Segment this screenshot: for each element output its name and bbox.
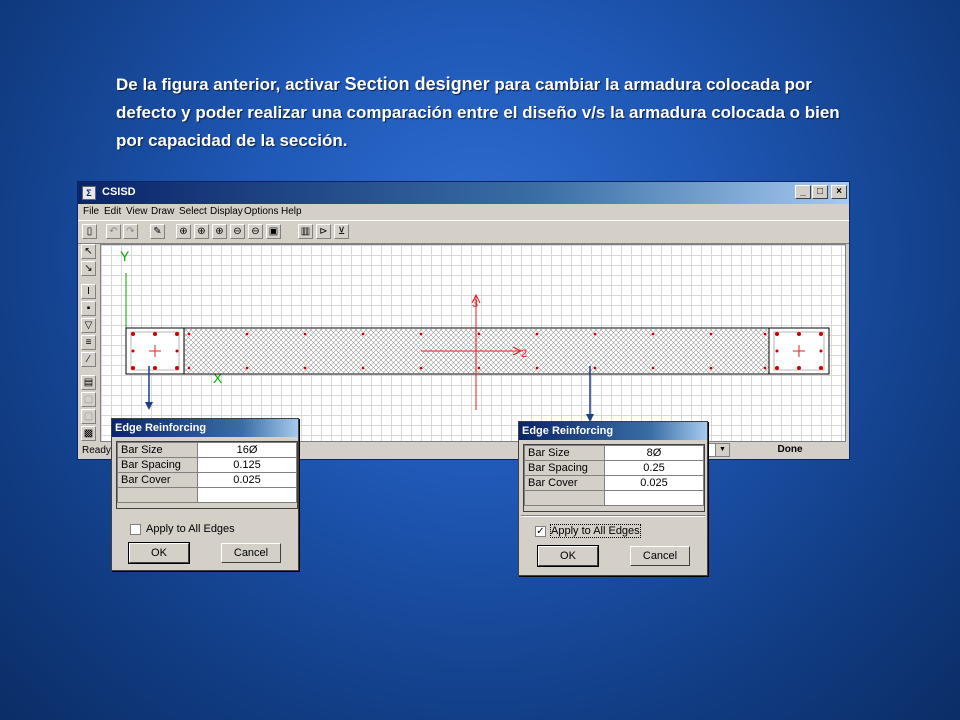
slide-paragraph: De la figura anterior, activar Section d… <box>116 70 856 155</box>
menu-options[interactable]: Options <box>244 206 278 217</box>
maximize-button[interactable]: □ <box>812 185 828 199</box>
hatch-icon[interactable]: ▩ <box>81 426 96 441</box>
bar-cover-label: Bar Cover <box>524 475 605 491</box>
local-axis-2-label: 2 <box>521 348 527 360</box>
zoom-rubberband-icon[interactable]: ⊕ <box>176 224 191 239</box>
section-designer-highlight: Section designer <box>344 74 490 94</box>
empty-row-label <box>524 490 605 506</box>
edge-reinforcing-dialog-right: Edge Reinforcing Bar Size 8Ø Bar Spacing… <box>518 421 708 576</box>
ok-button[interactable]: OK <box>537 545 599 567</box>
dialog-separator <box>521 515 705 517</box>
undo-icon[interactable]: ↶ <box>106 224 121 239</box>
menu-view[interactable]: View <box>126 206 148 217</box>
minimize-button[interactable]: _ <box>795 185 811 199</box>
disabled-tool-icon[interactable]: ▢ <box>81 392 96 407</box>
bar-cover-field[interactable]: 0.025 <box>197 472 297 488</box>
dialog-right-grid: Bar Size 8Ø Bar Spacing 0.25 Bar Cover 0… <box>523 444 705 512</box>
edge-reinforcing-dialog-left: Edge Reinforcing Bar Size 16Ø Bar Spacin… <box>111 418 299 571</box>
window-titlebar: Σ CSISD _ □ × <box>78 182 849 204</box>
dialog-left-title: Edge Reinforcing <box>112 419 298 437</box>
bar-size-field[interactable]: 8Ø <box>604 445 704 461</box>
status-text: Ready <box>82 445 111 456</box>
bar-size-field[interactable]: 16Ø <box>197 442 297 458</box>
drawing-canvas[interactable]: Y X 3 2 <box>100 244 846 442</box>
bar-spacing-label: Bar Spacing <box>524 460 605 476</box>
bar-spacing-field[interactable]: 0.25 <box>604 460 704 476</box>
menu-file[interactable]: File <box>83 206 99 217</box>
window-title: CSISD <box>102 186 136 198</box>
apply-all-edges-row[interactable]: ✓ Apply to All Edges <box>535 524 641 539</box>
menu-display[interactable]: Display <box>210 206 243 217</box>
cancel-button[interactable]: Cancel <box>221 543 281 563</box>
draw-line-icon[interactable]: I <box>81 284 96 299</box>
pencil-icon[interactable]: ✎ <box>150 224 165 239</box>
bar-cover-label: Bar Cover <box>117 472 198 488</box>
menu-draw[interactable]: Draw <box>151 206 174 217</box>
empty-row-label <box>117 487 198 503</box>
dialog-right-title: Edge Reinforcing <box>519 422 707 440</box>
menu-bar: File Edit View Draw Select Display Optio… <box>78 204 849 220</box>
draw-polygon-icon[interactable]: ▽ <box>81 318 96 333</box>
new-file-icon[interactable]: ▯ <box>82 224 97 239</box>
bar-spacing-field[interactable]: 0.125 <box>197 457 297 473</box>
axis-y-label: Y <box>120 248 130 264</box>
grid-view-icon[interactable]: ▥ <box>298 224 313 239</box>
menu-edit[interactable]: Edit <box>104 206 121 217</box>
app-icon: Σ <box>82 186 96 200</box>
slide-text-before: De la figura anterior, activar <box>116 75 345 94</box>
empty-row-field[interactable] <box>604 490 704 506</box>
empty-row-field[interactable] <box>197 487 297 503</box>
apply-all-edges-label: Apply to All Edges <box>550 524 641 539</box>
section-drawing: Y X 3 2 <box>120 248 830 410</box>
redo-icon[interactable]: ↷ <box>123 224 138 239</box>
pointer-icon[interactable]: ↖ <box>81 244 96 259</box>
zoom-restore-icon[interactable]: ⊕ <box>194 224 209 239</box>
draw-rectangle-icon[interactable]: ▪ <box>81 301 96 316</box>
toolbar: ▯ ↶ ↷ ✎ ⊕ ⊕ ⊕ ⊖ ⊖ ▣ ▥ ⊳ ⊻ <box>78 220 849 244</box>
bar-size-label: Bar Size <box>117 442 198 458</box>
side-toolbar: ↖ ↘ I ▪ ▽ ≡ ⁄ ▤ ▢ ▢ ▩ <box>80 242 98 444</box>
axes-view-icon[interactable]: ⊳ <box>316 224 331 239</box>
apply-all-edges-checkbox[interactable] <box>130 523 141 535</box>
draw-rebar-line-icon[interactable]: ≡ <box>81 335 96 350</box>
apply-all-edges-row[interactable]: Apply to All Edges <box>130 523 235 535</box>
section-shape-icon[interactable]: ▤ <box>81 375 96 390</box>
local-axis-3-label: 3 <box>472 298 478 310</box>
cancel-button[interactable]: Cancel <box>630 546 690 566</box>
zoom-previous-icon[interactable]: ⊖ <box>248 224 263 239</box>
menu-select[interactable]: Select <box>179 206 207 217</box>
apply-all-edges-checkbox[interactable]: ✓ <box>535 525 546 537</box>
pan-icon[interactable]: ▣ <box>266 224 281 239</box>
close-button[interactable]: × <box>831 185 847 199</box>
bar-cover-field[interactable]: 0.025 <box>604 475 704 491</box>
zoom-out-icon[interactable]: ⊖ <box>230 224 245 239</box>
dialog-left-grid: Bar Size 16Ø Bar Spacing 0.125 Bar Cover… <box>116 441 298 509</box>
apply-all-edges-label: Apply to All Edges <box>146 523 235 536</box>
zoom-in-icon[interactable]: ⊕ <box>212 224 227 239</box>
draw-rebar-icon[interactable]: ⁄ <box>81 352 96 367</box>
chevron-down-icon[interactable]: ▼ <box>715 444 729 456</box>
reshape-icon[interactable]: ↘ <box>81 261 96 276</box>
disabled-tool-2-icon[interactable]: ▢ <box>81 409 96 424</box>
bar-size-label: Bar Size <box>524 445 605 461</box>
ok-button[interactable]: OK <box>128 542 190 564</box>
menu-help[interactable]: Help <box>281 206 302 217</box>
angle-view-icon[interactable]: ⊻ <box>334 224 349 239</box>
done-button[interactable]: Done <box>736 443 844 457</box>
bar-spacing-label: Bar Spacing <box>117 457 198 473</box>
